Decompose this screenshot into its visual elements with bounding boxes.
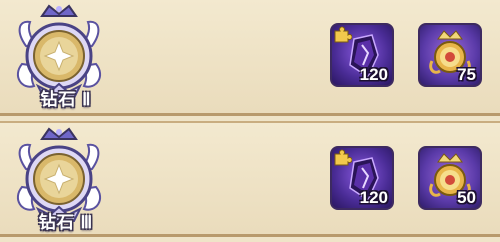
- puzzle-piece-icon: [334, 149, 352, 166]
- reward-count: 50: [457, 188, 476, 207]
- reward-slot-medal[interactable]: 75: [418, 23, 482, 87]
- diamond-rank-emblem-icon: 钻石 Ⅲ: [4, 125, 114, 237]
- rank-reward-list: 钻石 Ⅱ 120 75 钻石 Ⅲ 120 50: [0, 0, 500, 242]
- rank-reward-row: 钻石 Ⅲ 120 50: [0, 121, 500, 237]
- reward-count: 120: [359, 188, 388, 207]
- reward-slot-medal[interactable]: 50: [418, 146, 482, 210]
- reward-slot-crystal[interactable]: 120: [330, 146, 394, 210]
- rank-label: 钻石 Ⅱ: [40, 90, 92, 109]
- puzzle-piece-icon: [334, 26, 352, 43]
- diamond-rank-emblem-icon: 钻石 Ⅱ: [4, 2, 114, 114]
- reward-slot-crystal[interactable]: 120: [330, 23, 394, 87]
- reward-count: 75: [457, 65, 476, 84]
- reward-count: 120: [359, 65, 388, 84]
- rank-reward-row: 钻石 Ⅱ 120 75: [0, 0, 500, 116]
- rank-label: 钻石 Ⅲ: [38, 213, 94, 232]
